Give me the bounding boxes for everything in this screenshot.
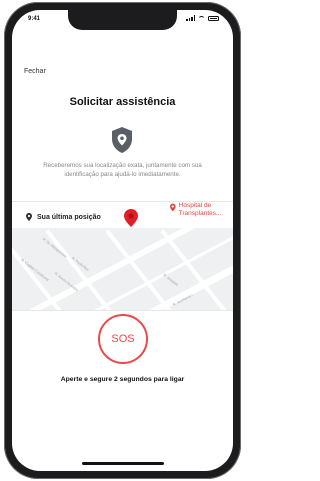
poi-label: Hospital de Transplantes...: [178, 202, 222, 217]
shield-icon: [112, 127, 132, 153]
phone-frame: 9:41 Fechar Solicitar assistência Recebe…: [4, 2, 241, 479]
street-label: R. Joaquim: [162, 272, 180, 288]
sos-hint: Aperte e segure 2 segundos para ligar: [60, 376, 185, 383]
last-position-label: Sua última posição: [37, 213, 101, 221]
app-screen: 9:41 Fechar Solicitar assistência Recebe…: [12, 10, 233, 471]
notch: [68, 10, 177, 30]
status-time: 9:41: [28, 16, 41, 22]
map-view[interactable]: R. Dr. Albuquerque R. Paula Ney R. Bueno…: [12, 228, 233, 310]
hospital-pin-icon: [170, 203, 176, 212]
poi-hospital[interactable]: Hospital de Transplantes...: [170, 202, 233, 217]
close-button[interactable]: Fechar: [24, 68, 46, 75]
description-text: Receberemos sua localização exata, junta…: [43, 162, 202, 178]
home-indicator[interactable]: [82, 462, 164, 465]
page-title: Solicitar assistência: [69, 96, 176, 108]
sos-label: SOS: [111, 333, 135, 345]
wifi-icon: [198, 15, 205, 21]
last-position-row: Sua última posição: [26, 213, 101, 221]
divider: [12, 310, 233, 311]
sos-button[interactable]: SOS: [98, 314, 148, 364]
status-icons: [186, 15, 219, 21]
location-pin-icon: [26, 213, 32, 221]
signal-icon: [186, 15, 195, 21]
battery-icon: [208, 15, 219, 21]
map-marker-icon[interactable]: [124, 209, 138, 227]
